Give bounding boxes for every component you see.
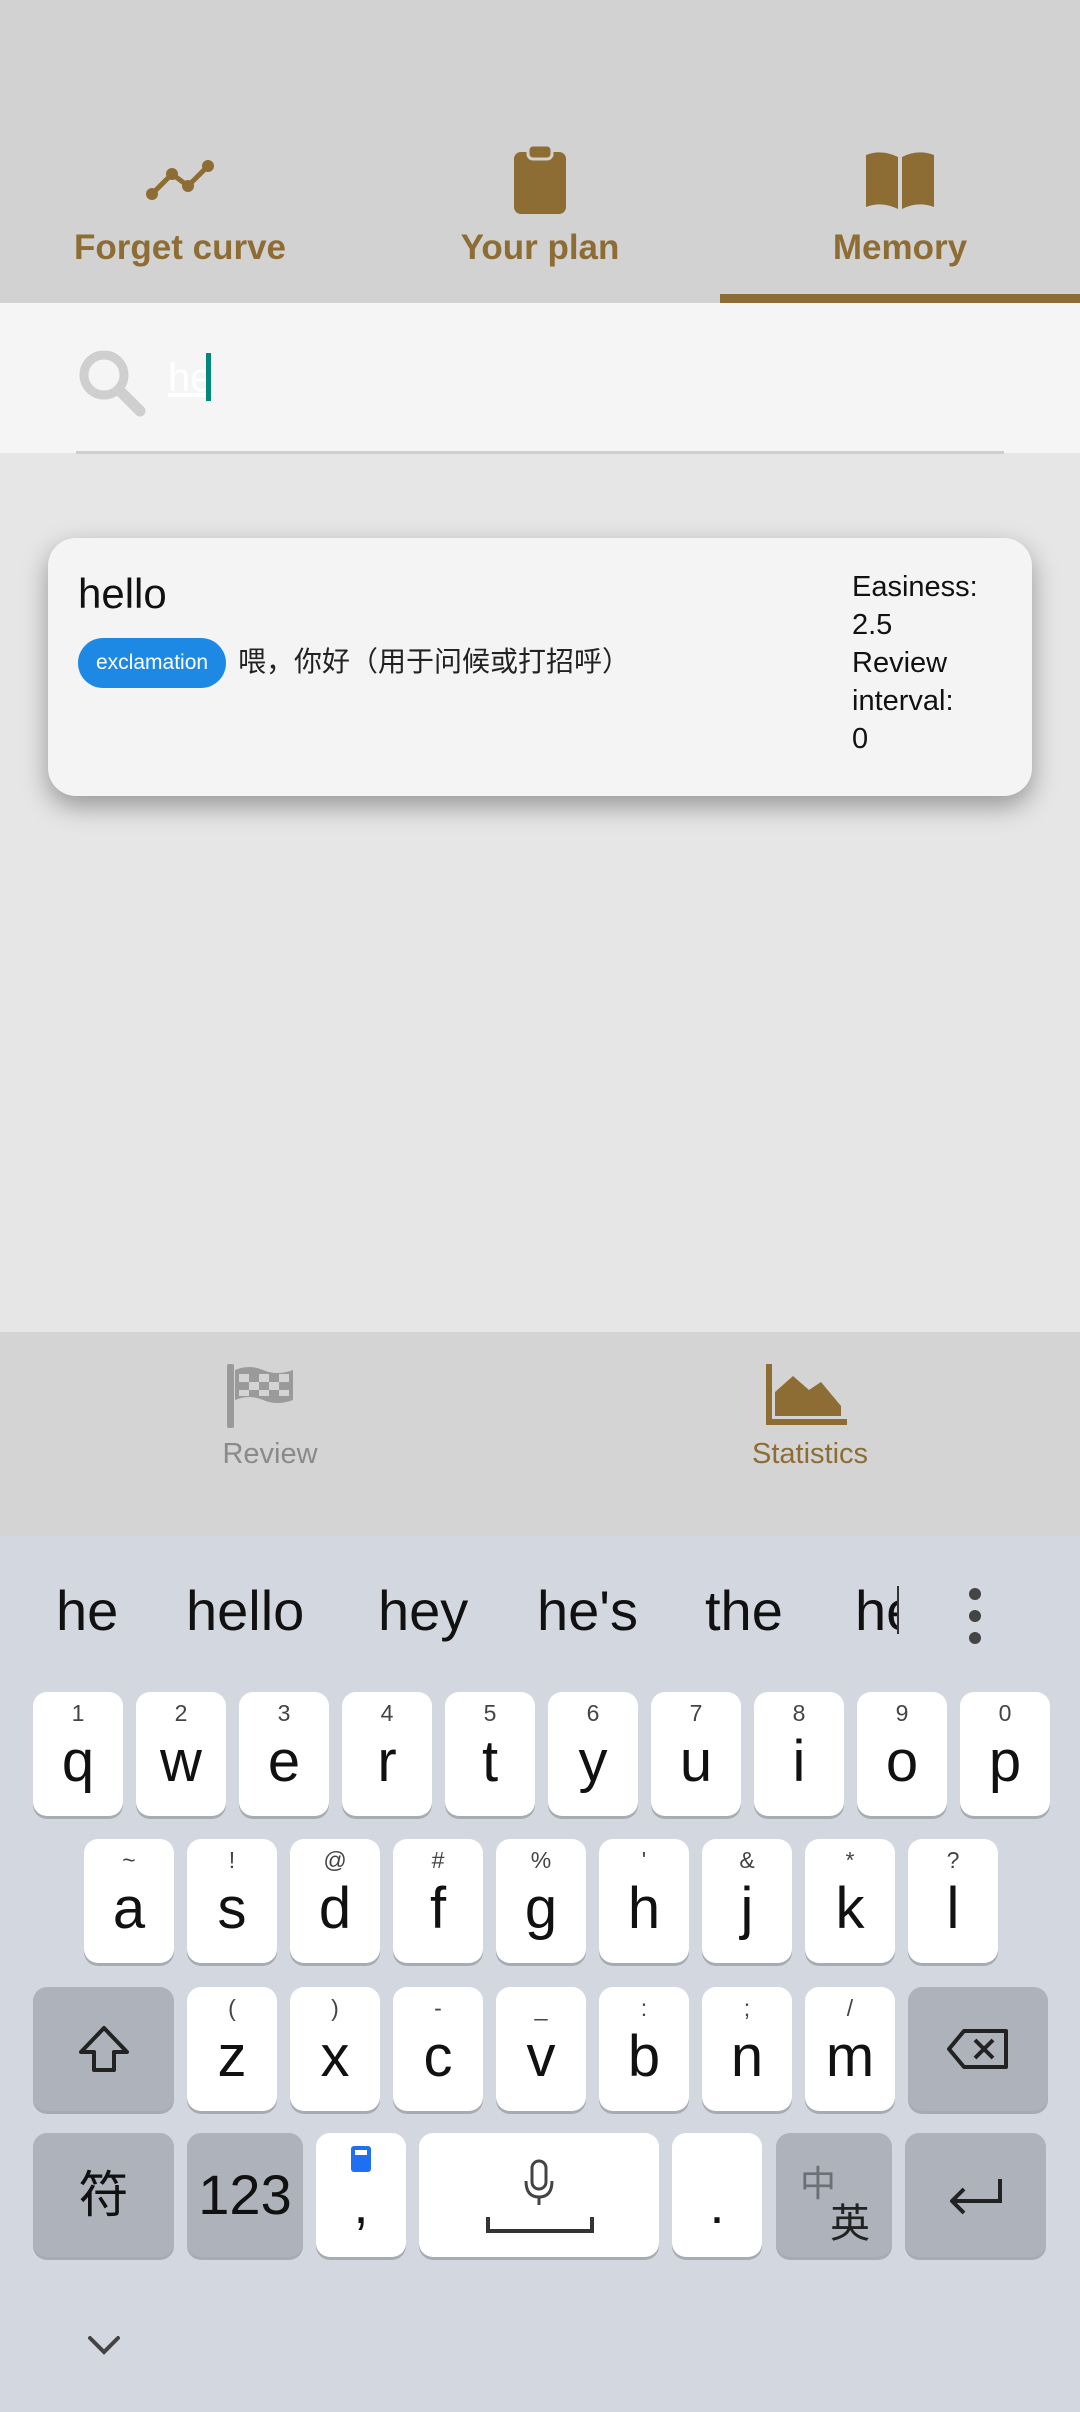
suggestion-item[interactable]: hello (186, 1576, 304, 1646)
enter-icon (949, 2179, 1002, 2215)
key-k[interactable]: * k (805, 1839, 895, 1963)
key-b[interactable]: :b (599, 1987, 689, 2111)
key-c[interactable]: -c (393, 1987, 483, 2111)
word-meaning: 喂，你好（用于问候或打招呼） (238, 645, 631, 678)
space-key[interactable] (419, 2133, 659, 2257)
chart-line-icon (140, 145, 220, 215)
key-l[interactable]: ? l (908, 1839, 998, 1963)
status-bar-area (0, 0, 1080, 120)
key-q[interactable]: 1q (33, 1692, 123, 1816)
comma-key[interactable]: , (316, 2133, 406, 2257)
suggestion-item[interactable]: he (56, 1576, 118, 1646)
shift-key[interactable] (33, 1987, 174, 2111)
key-g[interactable]: % g (496, 1839, 586, 1963)
bottom-nav: Review Statistics (0, 1332, 1080, 1536)
soft-keyboard: he hello hey he's the he 1q 2w 3e 4r 5t … (0, 1536, 1080, 2412)
nav-statistics[interactable]: Statistics (540, 1332, 1080, 1536)
microphone-icon (524, 2159, 554, 2205)
search-bar (0, 303, 1080, 453)
key-u[interactable]: 7u (651, 1692, 741, 1816)
hide-keyboard-icon[interactable] (84, 2330, 124, 2360)
review-interval-value: 0 (852, 723, 869, 755)
easiness-label: Easiness: (852, 571, 978, 603)
tab-forget-curve[interactable]: Forget curve (0, 120, 360, 303)
word-title: hello (78, 570, 167, 617)
numbers-key[interactable]: 123 (187, 2133, 303, 2257)
key-w[interactable]: 2w (136, 1692, 226, 1816)
tab-memory[interactable]: Memory (720, 120, 1080, 303)
suggestion-item[interactable]: hey (378, 1576, 468, 1646)
more-options-icon[interactable] (964, 1586, 986, 1646)
search-underline (76, 451, 1004, 454)
lang-switch-bottom: 英 (830, 2201, 870, 2247)
key-x[interactable]: ) x (290, 1987, 380, 2111)
key-p[interactable]: 0p (960, 1692, 1050, 1816)
key-t[interactable]: 5t (445, 1692, 535, 1816)
key-f[interactable]: # f (393, 1839, 483, 1963)
space-bar-icon (486, 2217, 594, 2233)
backspace-key[interactable] (908, 1987, 1048, 2111)
tab-label: Your plan (460, 228, 620, 267)
suggestion-caret (897, 1586, 899, 1634)
nav-label: Review (222, 1438, 318, 1470)
key-a[interactable]: ~ a (84, 1839, 174, 1963)
nav-label: Statistics (751, 1438, 869, 1470)
review-interval-label: Review (852, 647, 948, 679)
tab-label: Forget curve (74, 228, 286, 267)
tab-your-plan[interactable]: Your plan (360, 120, 720, 303)
easiness-value: 2.5 (852, 609, 893, 641)
symbols-key[interactable]: 符 (33, 2133, 174, 2257)
key-z[interactable]: (z (187, 1987, 277, 2111)
backspace-icon (947, 2029, 1008, 2069)
suggestion-item[interactable]: he's (537, 1576, 638, 1646)
key-y[interactable]: 6y (548, 1692, 638, 1816)
clipboard-icon (500, 144, 580, 215)
key-j[interactable]: & j (702, 1839, 792, 1963)
suggestion-item[interactable]: the (705, 1576, 783, 1646)
enter-key[interactable] (905, 2133, 1046, 2257)
tab-label: Memory (832, 228, 968, 267)
search-icon[interactable] (76, 347, 146, 417)
part-of-speech-badge: exclamation (78, 638, 227, 688)
suggestion-item[interactable]: he (855, 1576, 899, 1646)
flag-checkered-icon (225, 1362, 315, 1432)
key-r[interactable]: 4r (342, 1692, 432, 1816)
suggestion-strip: he hello hey he's the he (0, 1536, 1080, 1686)
dictionary-icon (351, 2146, 371, 2172)
language-switch-key[interactable]: 中 英 (776, 2133, 892, 2257)
book-open-icon (860, 145, 940, 215)
shift-icon (78, 2026, 129, 2072)
key-n[interactable]: ; n (702, 1987, 792, 2111)
period-key[interactable]: . (672, 2133, 762, 2257)
word-card[interactable]: hello exclamation 喂，你好（用于问候或打招呼） Easines… (48, 538, 1032, 796)
key-v[interactable]: _ v (496, 1987, 586, 2111)
key-s[interactable]: ! s (187, 1839, 277, 1963)
review-interval-label: interval: (852, 685, 954, 717)
key-e[interactable]: 3e (239, 1692, 329, 1816)
key-h[interactable]: ' h (599, 1839, 689, 1963)
nav-review[interactable]: Review (0, 1332, 540, 1536)
key-m[interactable]: / m (805, 1987, 895, 2111)
text-caret (206, 353, 211, 401)
key-d[interactable]: @ d (290, 1839, 380, 1963)
key-o[interactable]: 9o (857, 1692, 947, 1816)
top-tab-bar: Forget curve Your plan Memory (0, 120, 1080, 303)
key-i[interactable]: 8i (754, 1692, 844, 1816)
word-stats: Easiness: 2.5 Review interval: 0 (852, 568, 1022, 758)
search-input[interactable] (168, 343, 988, 413)
chart-area-icon (765, 1362, 855, 1432)
